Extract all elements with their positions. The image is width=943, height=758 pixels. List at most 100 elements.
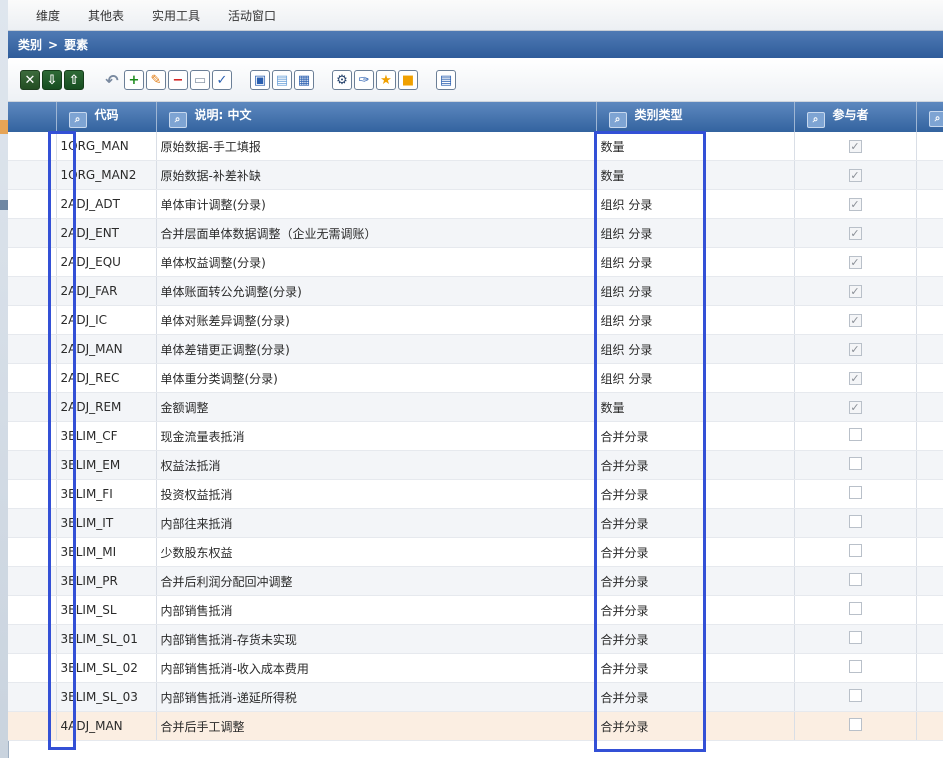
cell-category-type[interactable]: 组织 分录 [596, 334, 795, 364]
cell-category-type[interactable]: 合并分录 [596, 653, 795, 683]
star-icon[interactable]: ★ [376, 70, 396, 90]
cell-code[interactable]: 1ORG_MAN [56, 132, 157, 161]
column-filter-icon[interactable]: ⌕ [928, 111, 943, 127]
table-row[interactable]: 2ADJ_REC 单体重分类调整(分录) 组织 分录 ✓ [8, 363, 943, 393]
cell-code[interactable]: 2ADJ_EQU [56, 247, 157, 277]
row-selector[interactable] [8, 160, 57, 190]
participant-checkbox[interactable] [848, 457, 862, 470]
row-selector[interactable] [8, 566, 57, 596]
cell-description[interactable]: 内部销售抵消-存货未实现 [156, 624, 597, 654]
cell-code[interactable]: 2ADJ_FAR [56, 276, 157, 306]
cell-description[interactable]: 单体差错更正调整(分录) [156, 334, 597, 364]
table-row[interactable]: 2ADJ_REM 金额调整 数量 ✓ [8, 392, 943, 422]
cell-category-type[interactable]: 数量 [596, 392, 795, 422]
cell-next[interactable] [916, 566, 943, 596]
column-filter-icon[interactable]: ⌕ [168, 112, 187, 128]
row-selector[interactable] [8, 334, 57, 364]
cell-code[interactable]: 3ELIM_SL_02 [56, 653, 157, 683]
column-header-category-type[interactable]: ⌕ 类别类型 [596, 102, 795, 132]
excel-export-icon[interactable]: ✕ [20, 70, 40, 90]
column-filter-icon[interactable]: ⌕ [68, 112, 87, 128]
participant-checkbox[interactable]: ✓ [848, 314, 862, 327]
column-filter-icon[interactable]: ⌕ [806, 112, 825, 128]
cell-code[interactable]: 2ADJ_MAN [56, 334, 157, 364]
table-row[interactable]: 2ADJ_EQU 单体权益调整(分录) 组织 分录 ✓ [8, 247, 943, 277]
cell-category-type[interactable]: 合并分录 [596, 537, 795, 567]
table-row[interactable]: 3ELIM_SL_02 内部销售抵消-收入成本费用 合并分录 [8, 653, 943, 683]
cell-code[interactable]: 3ELIM_MI [56, 537, 157, 567]
cell-code[interactable]: 2ADJ_ADT [56, 189, 157, 219]
import-icon[interactable]: ⇩ [42, 70, 62, 90]
check-icon[interactable]: ✓ [212, 70, 232, 90]
cell-code[interactable]: 3ELIM_SL [56, 595, 157, 625]
cell-code[interactable]: 2ADJ_REM [56, 392, 157, 422]
row-selector[interactable] [8, 363, 57, 393]
cell-description[interactable]: 少数股东权益 [156, 537, 597, 567]
cell-category-type[interactable]: 数量 [596, 132, 795, 161]
table-row[interactable]: 3ELIM_FI 投资权益抵消 合并分录 [8, 479, 943, 509]
cell-category-type[interactable]: 合并分录 [596, 595, 795, 625]
cell-code[interactable]: 3ELIM_FI [56, 479, 157, 509]
participant-checkbox[interactable] [848, 486, 862, 499]
table-row[interactable]: 1ORG_MAN2 原始数据-补差补缺 数量 ✓ [8, 160, 943, 190]
table-row[interactable]: 2ADJ_IC 单体对账差异调整(分录) 组织 分录 ✓ [8, 305, 943, 335]
cell-description[interactable]: 金额调整 [156, 392, 597, 422]
cell-category-type[interactable]: 合并分录 [596, 421, 795, 451]
breadcrumb-parent[interactable]: 类别 [18, 36, 42, 53]
cell-category-type[interactable]: 组织 分录 [596, 218, 795, 248]
cell-description[interactable]: 内部往来抵消 [156, 508, 597, 538]
cell-code[interactable]: 2ADJ_REC [56, 363, 157, 393]
cell-next[interactable] [916, 624, 943, 654]
table-row[interactable]: 1ORG_MAN 原始数据-手工填报 数量 ✓ [8, 132, 943, 161]
table-row[interactable]: 2ADJ_MAN 单体差错更正调整(分录) 组织 分录 ✓ [8, 334, 943, 364]
menu-utilities[interactable]: 实用工具 [152, 7, 200, 24]
upload-icon[interactable]: ⇧ [64, 70, 84, 90]
cell-description[interactable]: 合并后利润分配回冲调整 [156, 566, 597, 596]
cell-next[interactable] [916, 132, 943, 161]
cell-category-type[interactable]: 组织 分录 [596, 276, 795, 306]
cell-next[interactable] [916, 508, 943, 538]
row-selector[interactable] [8, 479, 57, 509]
copy-icon[interactable]: ▣ [250, 70, 270, 90]
cell-code[interactable]: 3ELIM_CF [56, 421, 157, 451]
cell-next[interactable] [916, 479, 943, 509]
cell-next[interactable] [916, 450, 943, 480]
row-selector[interactable] [8, 537, 57, 567]
cell-category-type[interactable]: 组织 分录 [596, 189, 795, 219]
column-header-next[interactable]: ⌕ [916, 102, 943, 132]
cell-code[interactable]: 3ELIM_EM [56, 450, 157, 480]
save-icon[interactable]: ▭ [190, 70, 210, 90]
participant-checkbox[interactable]: ✓ [848, 285, 862, 298]
cell-description[interactable]: 内部销售抵消 [156, 595, 597, 625]
cell-description[interactable]: 投资权益抵消 [156, 479, 597, 509]
table-row[interactable]: 2ADJ_FAR 单体账面转公允调整(分录) 组织 分录 ✓ [8, 276, 943, 306]
cell-code[interactable]: 3ELIM_IT [56, 508, 157, 538]
menu-dimension[interactable]: 维度 [36, 7, 60, 24]
table-row[interactable]: 2ADJ_ENT 合并层面单体数据调整（企业无需调账） 组织 分录 ✓ [8, 218, 943, 248]
cell-code[interactable]: 2ADJ_IC [56, 305, 157, 335]
participant-checkbox[interactable] [848, 602, 862, 615]
participant-checkbox[interactable] [848, 573, 862, 586]
row-selector[interactable] [8, 595, 57, 625]
participant-checkbox[interactable]: ✓ [848, 343, 862, 356]
cell-code[interactable]: 1ORG_MAN2 [56, 160, 157, 190]
cell-next[interactable] [916, 682, 943, 712]
wrench-icon[interactable]: ✑ [354, 70, 374, 90]
row-selector[interactable] [8, 711, 57, 741]
document-icon[interactable]: ▤ [436, 70, 456, 90]
row-selector[interactable] [8, 450, 57, 480]
table-row[interactable]: 3ELIM_CF 现金流量表抵消 合并分录 [8, 421, 943, 451]
table-row[interactable]: 4ADJ_MAN 合并后手工调整 合并分录 [8, 711, 943, 741]
menu-other-tables[interactable]: 其他表 [88, 7, 124, 24]
cell-next[interactable] [916, 160, 943, 190]
cell-category-type[interactable]: 组织 分录 [596, 305, 795, 335]
undo-icon[interactable]: ↶ [102, 70, 122, 90]
row-selector[interactable] [8, 276, 57, 306]
paste-icon[interactable]: ▦ [294, 70, 314, 90]
row-selector[interactable] [8, 624, 57, 654]
table-row[interactable]: 3ELIM_SL_03 内部销售抵消-递延所得税 合并分录 [8, 682, 943, 712]
table-row[interactable]: 2ADJ_ADT 单体审计调整(分录) 组织 分录 ✓ [8, 189, 943, 219]
add-icon[interactable]: + [124, 70, 144, 90]
participant-checkbox[interactable] [848, 689, 862, 702]
cell-code[interactable]: 2ADJ_ENT [56, 218, 157, 248]
